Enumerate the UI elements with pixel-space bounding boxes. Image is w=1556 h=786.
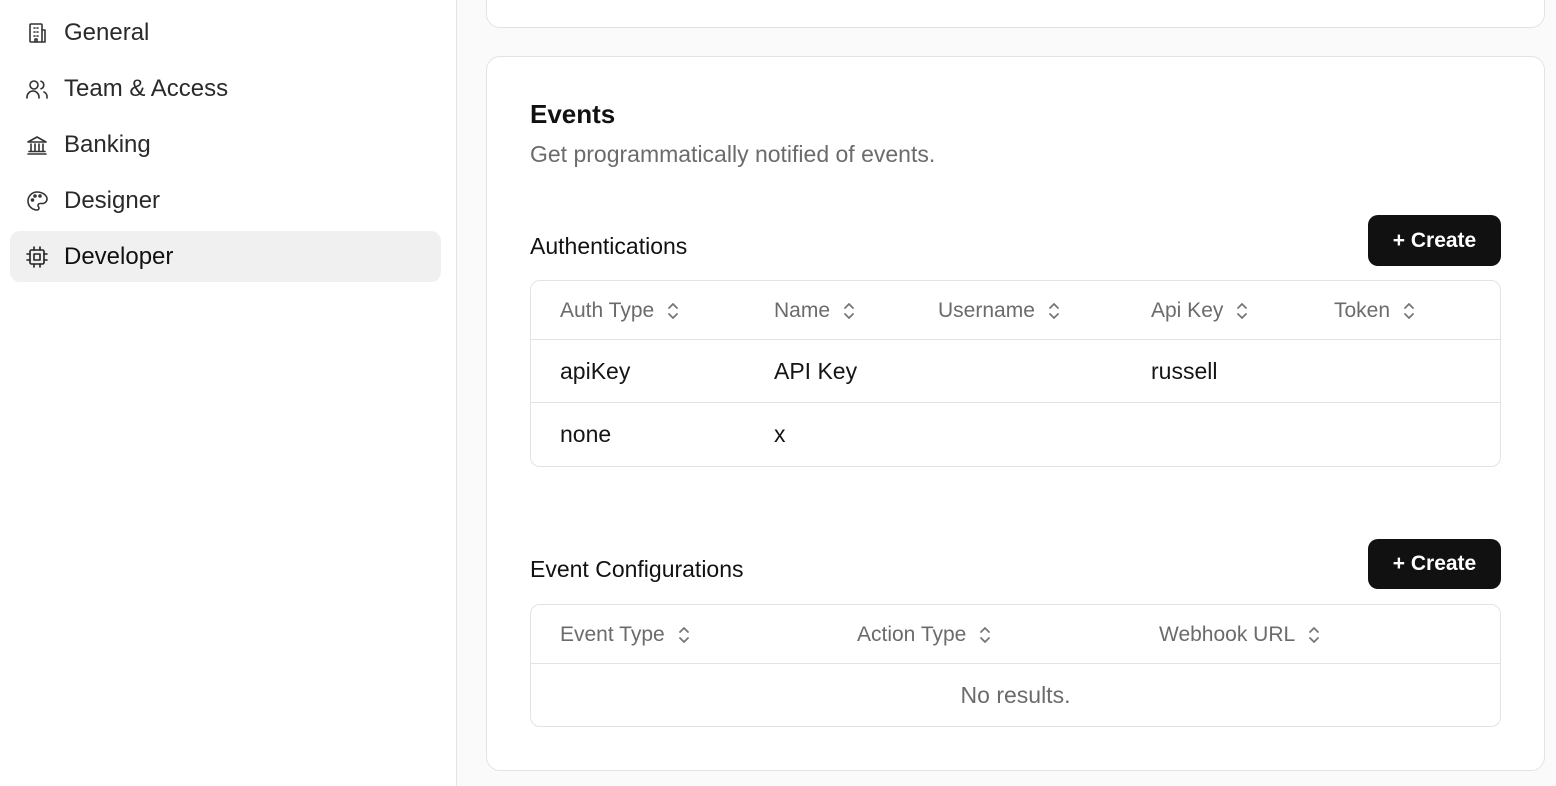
users-icon — [24, 76, 50, 102]
sidebar-item-designer[interactable]: Designer — [10, 175, 441, 226]
table-row[interactable]: apiKey API Key russell — [531, 340, 1500, 403]
table-row[interactable]: none x — [531, 403, 1500, 466]
sidebar-item-label: Banking — [64, 130, 151, 158]
column-label: Action Type — [857, 622, 967, 646]
building-icon — [24, 20, 50, 46]
table-header: Event Type Action Type Webhook URL — [531, 605, 1500, 664]
sidebar-item-label: Designer — [64, 186, 161, 214]
column-label: Auth Type — [560, 298, 655, 322]
column-label: Username — [938, 298, 1035, 322]
cell-auth-type: none — [560, 421, 612, 447]
column-webhook-url[interactable]: Webhook URL — [1159, 605, 1321, 664]
sidebar-item-label: Team & Access — [64, 74, 229, 102]
authentications-table: Auth Type Name Username Api Key Token ap… — [530, 280, 1501, 467]
column-username[interactable]: Username — [938, 281, 1061, 340]
cell-name: x — [774, 421, 786, 447]
sidebar-item-general[interactable]: General — [10, 7, 441, 58]
column-token[interactable]: Token — [1334, 281, 1416, 340]
sort-icon — [666, 301, 680, 321]
column-api-key[interactable]: Api Key — [1151, 281, 1249, 340]
sidebar-item-team-access[interactable]: Team & Access — [10, 63, 441, 114]
palette-icon — [24, 188, 50, 214]
column-action-type[interactable]: Action Type — [857, 605, 992, 664]
cell-api-key: russell — [1151, 358, 1218, 384]
sort-icon — [842, 301, 856, 321]
previous-card — [486, 0, 1545, 28]
column-label: Api Key — [1151, 298, 1224, 322]
sort-icon — [677, 625, 691, 645]
bank-icon — [24, 132, 50, 158]
sidebar-item-label: Developer — [64, 242, 174, 270]
settings-sidebar: General Team & Access Banking Designer D… — [0, 0, 457, 786]
cell-auth-type: apiKey — [560, 358, 631, 384]
column-event-type[interactable]: Event Type — [560, 605, 691, 664]
column-auth-type[interactable]: Auth Type — [560, 281, 680, 340]
column-label: Event Type — [560, 622, 665, 646]
sort-icon — [1307, 625, 1321, 645]
cell-name: API Key — [774, 358, 858, 384]
authentications-title: Authentications — [530, 233, 688, 259]
main-content: Events Get programmatically notified of … — [457, 0, 1556, 786]
create-event-configuration-button[interactable]: + Create — [1368, 539, 1501, 589]
sort-icon — [1047, 301, 1061, 321]
column-label: Token — [1334, 298, 1391, 322]
cpu-icon — [24, 244, 50, 270]
events-title: Events — [530, 99, 616, 129]
column-name[interactable]: Name — [774, 281, 856, 340]
empty-state: No results. — [960, 682, 1071, 708]
column-label: Name — [774, 298, 831, 322]
event-configurations-title: Event Configurations — [530, 556, 744, 582]
column-label: Webhook URL — [1159, 622, 1296, 646]
events-description: Get programmatically notified of events. — [530, 141, 936, 167]
sidebar-item-developer[interactable]: Developer — [10, 231, 441, 282]
events-card: Events Get programmatically notified of … — [486, 56, 1545, 771]
table-header: Auth Type Name Username Api Key Token — [531, 281, 1500, 340]
sort-icon — [1235, 301, 1249, 321]
event-configurations-table: Event Type Action Type Webhook URL No re… — [530, 604, 1501, 727]
create-authentication-button[interactable]: + Create — [1368, 215, 1501, 266]
sidebar-item-label: General — [64, 18, 150, 46]
sort-icon — [1402, 301, 1416, 321]
sidebar-item-banking[interactable]: Banking — [10, 119, 441, 170]
sort-icon — [978, 625, 992, 645]
